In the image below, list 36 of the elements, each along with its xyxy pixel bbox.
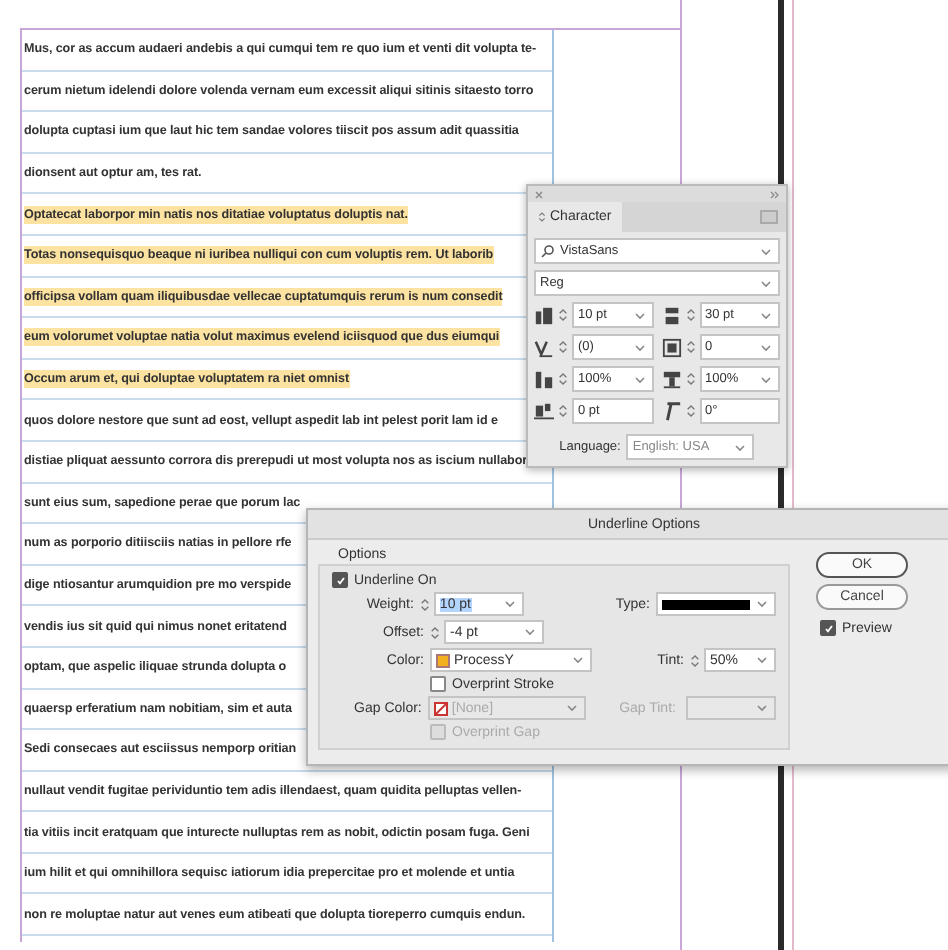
- font-size-icon: [534, 305, 554, 325]
- stepper-icon[interactable]: [558, 370, 568, 388]
- stepper-icon[interactable]: [685, 402, 695, 420]
- none-swatch-icon: [433, 701, 448, 715]
- checkbox[interactable]: [430, 676, 446, 692]
- vertical-scale-icon: [534, 369, 554, 389]
- horizontal-scale-icon: [661, 369, 681, 389]
- caret-icon[interactable]: [732, 439, 749, 455]
- leading-icon: [661, 305, 681, 325]
- stepper-icon[interactable]: [685, 370, 695, 388]
- stepper-icon[interactable]: [430, 623, 440, 641]
- baseline-shift-icon: [534, 401, 554, 421]
- swatch-icon: [436, 653, 450, 667]
- stepper-icon: [538, 210, 546, 224]
- close-icon[interactable]: [534, 189, 544, 199]
- kerning-icon: [534, 337, 554, 357]
- stepper-icon[interactable]: [685, 338, 695, 356]
- stepper-icon[interactable]: [558, 338, 568, 356]
- caret-icon[interactable]: [754, 652, 770, 668]
- tracking-icon: [661, 337, 681, 357]
- caret-icon[interactable]: [570, 652, 586, 668]
- collapse-icon[interactable]: [770, 189, 780, 199]
- skew-icon: [661, 401, 681, 421]
- type-dropdown[interactable]: [655, 592, 776, 616]
- stepper-icon[interactable]: [690, 651, 700, 669]
- stepper-icon[interactable]: [558, 402, 568, 420]
- checkbox[interactable]: [820, 620, 836, 636]
- caret-icon[interactable]: [753, 596, 770, 612]
- checkbox[interactable]: [332, 572, 348, 588]
- stepper-icon[interactable]: [685, 306, 695, 324]
- line-swatch: [661, 599, 750, 609]
- stepper-icon[interactable]: [558, 306, 568, 324]
- caret-icon[interactable]: [754, 700, 770, 716]
- stepper-icon[interactable]: [419, 595, 430, 613]
- search-icon: [540, 244, 556, 258]
- gap-tint-field[interactable]: [685, 696, 776, 720]
